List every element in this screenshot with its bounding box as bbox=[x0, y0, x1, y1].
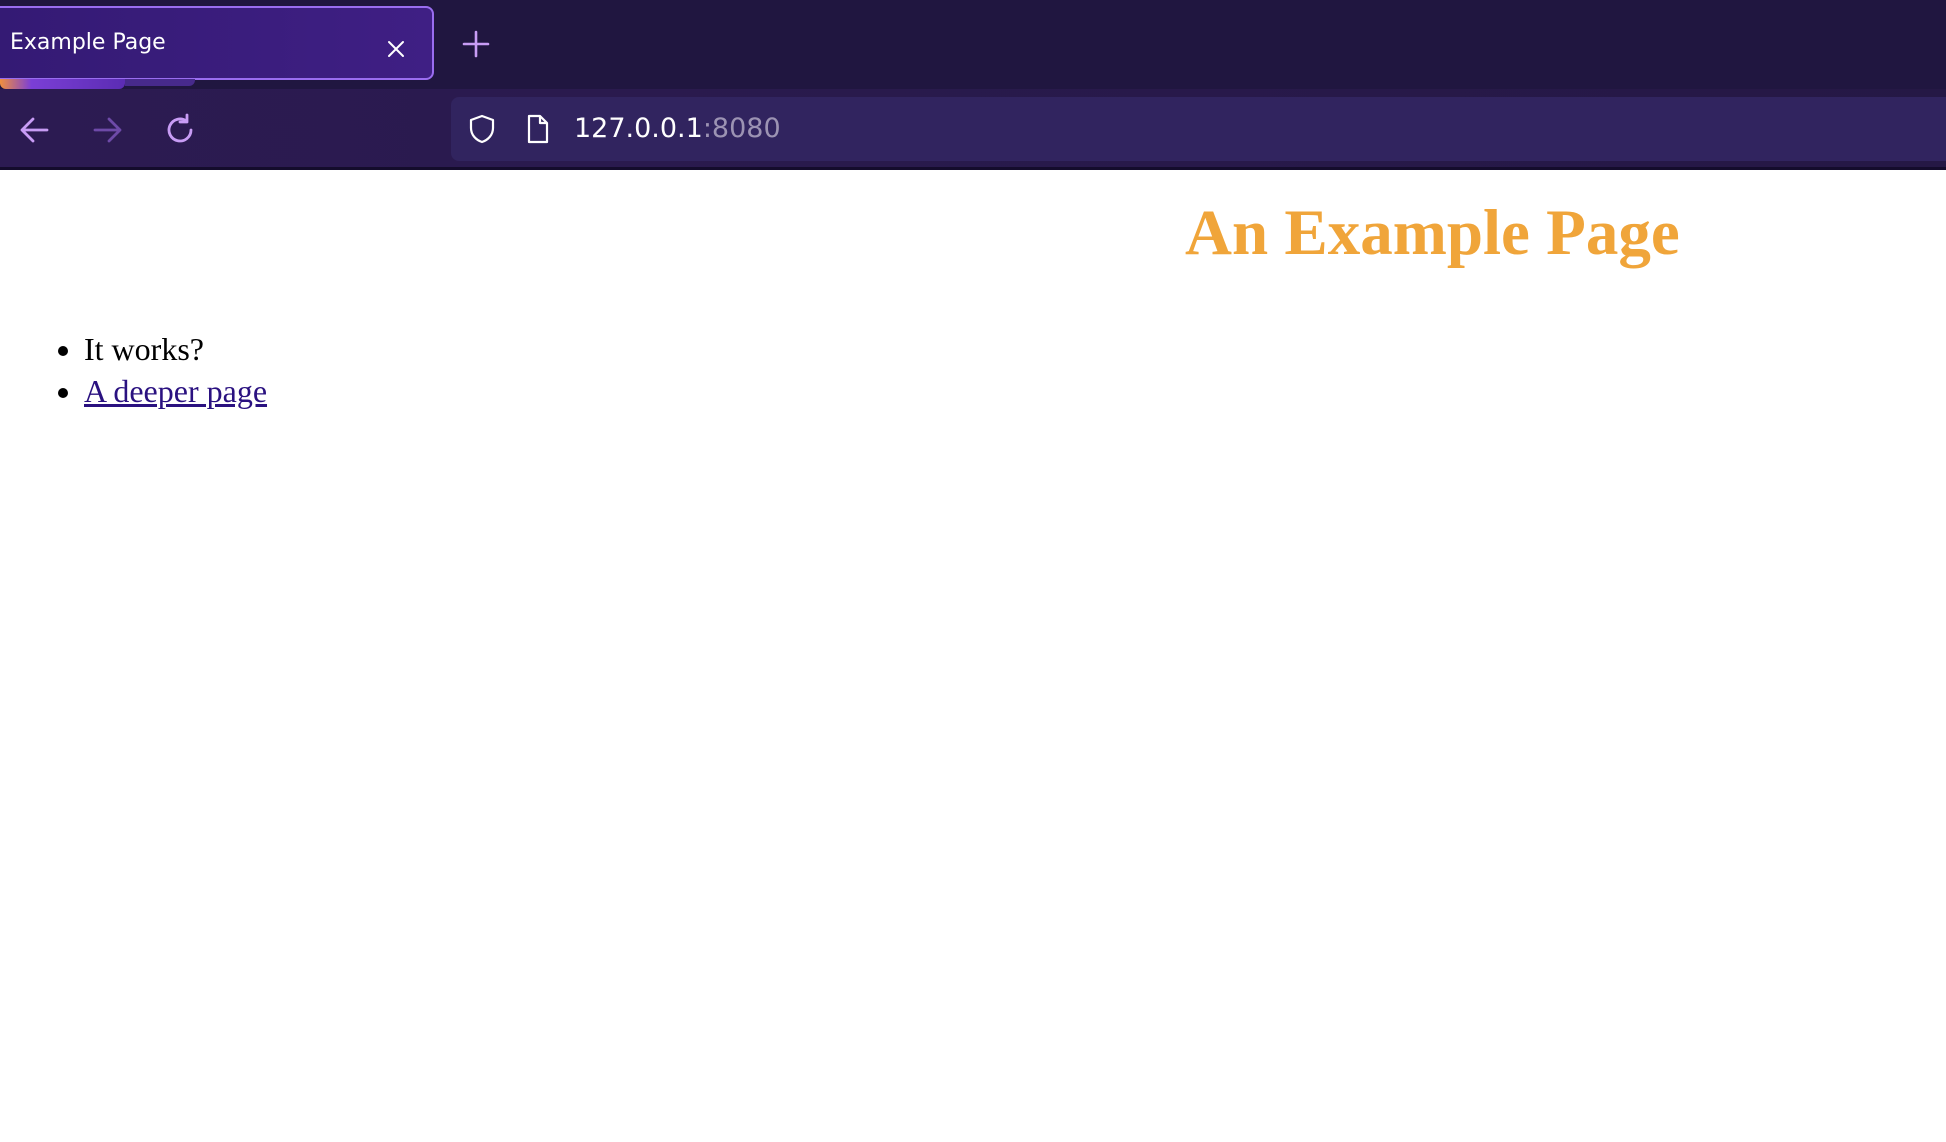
page-title: An Example Page bbox=[1185, 197, 1680, 269]
url-host: 127.0.0.1 bbox=[574, 113, 703, 144]
shield-icon[interactable] bbox=[466, 113, 498, 145]
tab-strip: Example Page bbox=[0, 0, 1946, 89]
tab-title: Example Page bbox=[10, 30, 166, 55]
reload-icon[interactable] bbox=[162, 112, 198, 148]
close-icon[interactable] bbox=[384, 37, 408, 61]
plus-icon[interactable] bbox=[460, 28, 492, 60]
arrow-left-icon[interactable] bbox=[17, 112, 53, 148]
arrow-right-icon[interactable] bbox=[89, 112, 125, 148]
page-content: An Example Page It works? A deeper page bbox=[0, 170, 1946, 1142]
list-item: It works? bbox=[84, 328, 267, 370]
tab-progress-accent bbox=[0, 79, 195, 89]
page-list: It works? A deeper page bbox=[0, 328, 267, 412]
address-bar-url[interactable]: 127.0.0.1:8080 bbox=[574, 97, 781, 161]
list-item-text: It works? bbox=[84, 331, 204, 367]
tab-example-page[interactable]: Example Page bbox=[0, 6, 434, 80]
list-item: A deeper page bbox=[84, 370, 267, 412]
document-icon[interactable] bbox=[521, 113, 553, 145]
deeper-page-link[interactable]: A deeper page bbox=[84, 373, 267, 409]
url-port: :8080 bbox=[702, 113, 781, 144]
